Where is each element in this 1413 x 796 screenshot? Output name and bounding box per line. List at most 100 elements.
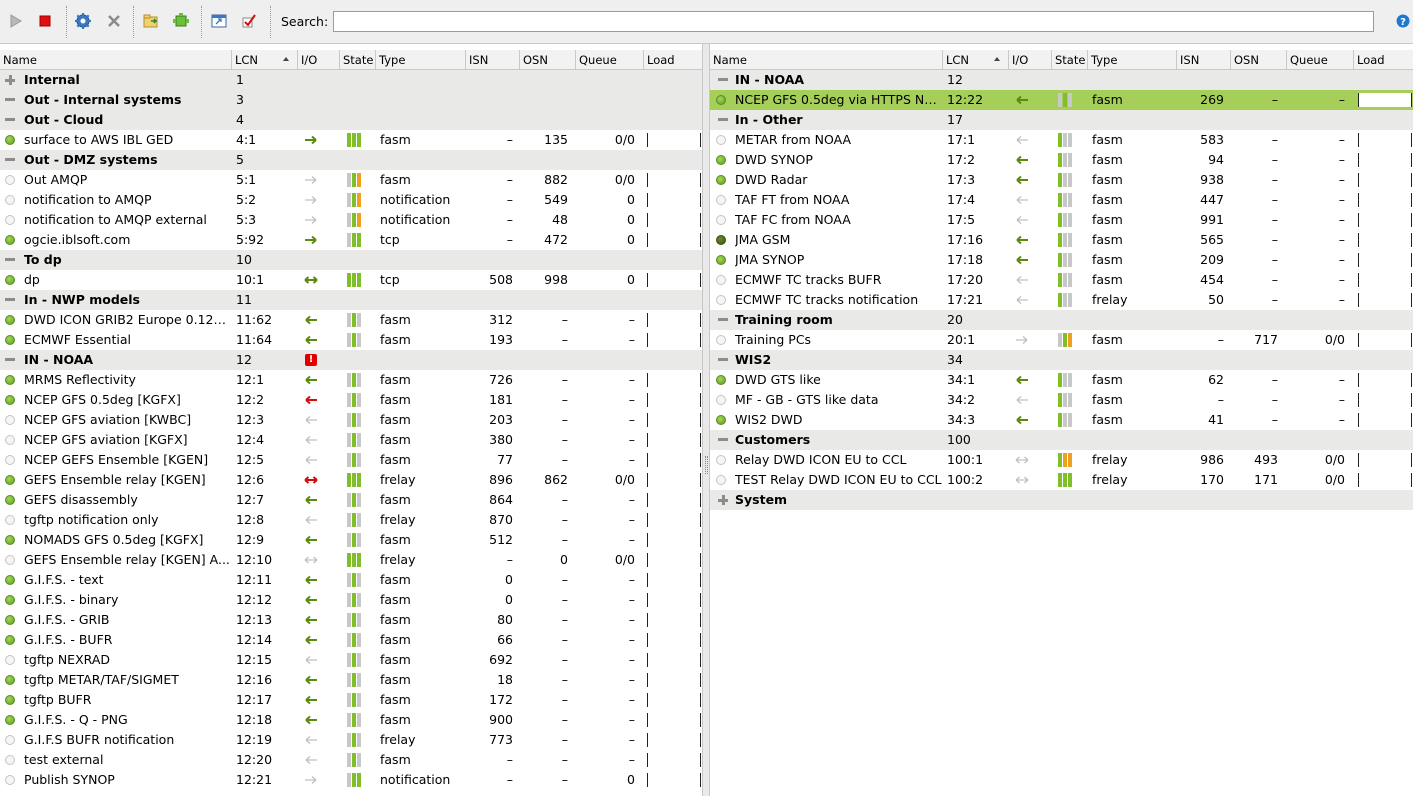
table-row[interactable]: tgftp METAR/TAF/SIGMET 12:16 fasm 18 – –: [0, 670, 702, 690]
column-header-isn[interactable]: ISN: [466, 50, 520, 70]
table-row[interactable]: DWD GTS like 34:1 fasm 62 – –: [710, 370, 1413, 390]
table-row[interactable]: Out AMQP 5:1 fasm – 882 0/0: [0, 170, 702, 190]
table-row[interactable]: G.I.F.S. - GRIB 12:13 fasm 80 – –: [0, 610, 702, 630]
column-header-io[interactable]: I/O: [1009, 50, 1052, 70]
column-header-lcn[interactable]: LCN: [943, 50, 1009, 70]
table-row[interactable]: G.I.F.S. - binary 12:12 fasm 0 – –: [0, 590, 702, 610]
group-row[interactable]: Out - Cloud 4: [0, 110, 702, 130]
group-row[interactable]: IN - NOAA 12!: [0, 350, 702, 370]
group-row[interactable]: Training room 20: [710, 310, 1413, 330]
table-row[interactable]: DWD SYNOP 17:2 fasm 94 – –: [710, 150, 1413, 170]
column-header-state[interactable]: State: [340, 50, 376, 70]
column-header-isn[interactable]: ISN: [1177, 50, 1231, 70]
checklist-button[interactable]: [238, 9, 262, 33]
table-row[interactable]: G.I.F.S. - Q - PNG 12:18 fasm 900 – –: [0, 710, 702, 730]
splitter-grip[interactable]: [705, 456, 708, 474]
table-row[interactable]: NCEP GFS aviation [KGFX] 12:4 fasm 380 – –: [0, 430, 702, 450]
table-row[interactable]: NOMADS GFS 0.5deg [KGFX] 12:9 fasm 512 – –: [0, 530, 702, 550]
column-header-queue[interactable]: Queue: [576, 50, 644, 70]
table-row[interactable]: notification to AMQP external 5:3 notifica…: [0, 210, 702, 230]
column-header-io[interactable]: I/O: [298, 50, 340, 70]
group-row[interactable]: In - Other 17: [710, 110, 1413, 130]
table-row[interactable]: DWD ICON GRIB2 Europe 0.125 ... 11:62 fasm…: [0, 310, 702, 330]
table-row[interactable]: Relay DWD ICON EU to CCL 100:1 frelay 986 49…: [710, 450, 1413, 470]
collapse-minus-icon[interactable]: [718, 355, 728, 365]
column-header-osn[interactable]: OSN: [520, 50, 576, 70]
table-row[interactable]: MF - GB - GTS like data 34:2 fasm – – –: [710, 390, 1413, 410]
table-row[interactable]: METAR from NOAA 17:1 fasm 583 – –: [710, 130, 1413, 150]
table-row[interactable]: ogcie.iblsoft.com 5:92 tcp – 472 0: [0, 230, 702, 250]
column-header-name[interactable]: Name: [0, 50, 232, 70]
help-button[interactable]: ?: [1393, 9, 1413, 33]
column-header-load[interactable]: Load: [644, 50, 702, 70]
search-input[interactable]: [333, 11, 1374, 32]
table-row[interactable]: TAF FC from NOAA 17:5 fasm 991 – –: [710, 210, 1413, 230]
play-button[interactable]: [3, 9, 27, 33]
group-row[interactable]: System: [710, 490, 1413, 510]
delete-button[interactable]: [102, 9, 126, 33]
table-row[interactable]: TAF FT from NOAA 17:4 fasm 447 – –: [710, 190, 1413, 210]
table-row[interactable]: GEFS Ensemble relay [KGEN] 12:6 frelay 896 8…: [0, 470, 702, 490]
collapse-minus-icon[interactable]: [718, 75, 728, 85]
collapse-minus-icon[interactable]: [718, 315, 728, 325]
table-row[interactable]: ECMWF TC tracks BUFR 17:20 fasm 454 – –: [710, 270, 1413, 290]
table-row[interactable]: NCEP GFS 0.5deg via HTTPS NO... 12:22 fasm…: [710, 90, 1413, 110]
collapse-minus-icon[interactable]: [5, 155, 15, 165]
table-row[interactable]: surface to AWS IBL GED 4:1 fasm – 135 0/0: [0, 130, 702, 150]
table-row[interactable]: Training PCs 20:1 fasm – 717 0/0: [710, 330, 1413, 350]
column-header-osn[interactable]: OSN: [1231, 50, 1287, 70]
table-row[interactable]: WIS2 DWD 34:3 fasm 41 – –: [710, 410, 1413, 430]
collapse-minus-icon[interactable]: [5, 355, 15, 365]
column-header-name[interactable]: Name: [710, 50, 943, 70]
table-row[interactable]: tgftp BUFR 12:17 fasm 172 – –: [0, 690, 702, 710]
stop-button[interactable]: [33, 9, 57, 33]
table-row[interactable]: G.I.F.S BUFR notification 12:19 frelay 773 –…: [0, 730, 702, 750]
table-row[interactable]: GEFS Ensemble relay [KGEN] A... 12:10 frel…: [0, 550, 702, 570]
collapse-minus-icon[interactable]: [718, 115, 728, 125]
table-row[interactable]: GEFS disassembly 12:7 fasm 864 – –: [0, 490, 702, 510]
column-header-type[interactable]: Type: [376, 50, 466, 70]
column-header-type[interactable]: Type: [1088, 50, 1177, 70]
table-row[interactable]: tgftp NEXRAD 12:15 fasm 692 – –: [0, 650, 702, 670]
table-row[interactable]: NCEP GFS 0.5deg [KGFX] 12:2 fasm 181 – –: [0, 390, 702, 410]
settings-button[interactable]: [71, 9, 95, 33]
group-row[interactable]: To dp 10: [0, 250, 702, 270]
table-row[interactable]: JMA SYNOP 17:18 fasm 209 – –: [710, 250, 1413, 270]
table-row[interactable]: tgftp notification only 12:8 frelay 870 – –: [0, 510, 702, 530]
table-row[interactable]: MRMS Reflectivity 12:1 fasm 726 – –: [0, 370, 702, 390]
table-row[interactable]: ECMWF TC tracks notification 17:21 frelay 5…: [710, 290, 1413, 310]
group-row[interactable]: Out - Internal systems 3: [0, 90, 702, 110]
add-folder-button[interactable]: [139, 9, 163, 33]
table-row[interactable]: JMA GSM 17:16 fasm 565 – –: [710, 230, 1413, 250]
collapse-minus-icon[interactable]: [5, 295, 15, 305]
table-row[interactable]: dp 10:1 tcp 508 998 0: [0, 270, 702, 290]
group-row[interactable]: In - NWP models 11: [0, 290, 702, 310]
pane-splitter[interactable]: [702, 44, 710, 796]
table-row[interactable]: ECMWF Essential 11:64 fasm 193 – –: [0, 330, 702, 350]
collapse-minus-icon[interactable]: [718, 435, 728, 445]
table-row[interactable]: NCEP GEFS Ensemble [KGEN] 12:5 fasm 77 – –: [0, 450, 702, 470]
table-row[interactable]: G.I.F.S. - BUFR 12:14 fasm 66 – –: [0, 630, 702, 650]
table-row[interactable]: DWD Radar 17:3 fasm 938 – –: [710, 170, 1413, 190]
table-row[interactable]: G.I.F.S. - text 12:11 fasm 0 – –: [0, 570, 702, 590]
table-row[interactable]: Publish SYNOP 12:21 notification – – 0: [0, 770, 702, 790]
collapse-minus-icon[interactable]: [5, 115, 15, 125]
column-header-lcn[interactable]: LCN: [232, 50, 298, 70]
table-row[interactable]: NCEP GFS aviation [KWBC] 12:3 fasm 203 – –: [0, 410, 702, 430]
column-header-state[interactable]: State: [1052, 50, 1088, 70]
group-row[interactable]: Customers 100: [710, 430, 1413, 450]
group-row[interactable]: Internal 1: [0, 70, 702, 90]
expand-plus-icon[interactable]: [718, 495, 728, 505]
table-row[interactable]: notification to AMQP 5:2 notification – 549 0: [0, 190, 702, 210]
collapse-minus-icon[interactable]: [5, 255, 15, 265]
table-row[interactable]: test external 12:20 fasm – – –: [0, 750, 702, 770]
add-plugin-button[interactable]: [169, 9, 193, 33]
column-header-load[interactable]: Load: [1354, 50, 1413, 70]
group-row[interactable]: Out - DMZ systems 5: [0, 150, 702, 170]
table-row[interactable]: TEST Relay DWD ICON EU to CCL 100:2 frelay…: [710, 470, 1413, 490]
group-row[interactable]: WIS2 34: [710, 350, 1413, 370]
group-row[interactable]: IN - NOAA 12: [710, 70, 1413, 90]
collapse-minus-icon[interactable]: [5, 95, 15, 105]
expand-plus-icon[interactable]: [5, 75, 15, 85]
window-button[interactable]: [207, 9, 231, 33]
